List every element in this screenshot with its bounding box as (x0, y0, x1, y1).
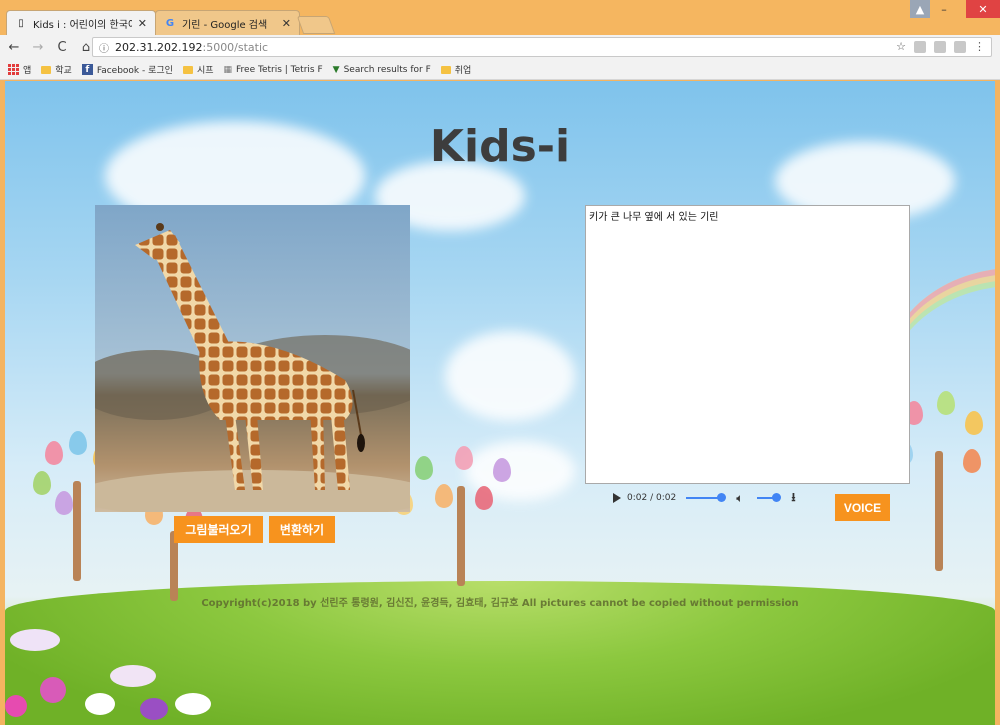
browser-toolbar: ← → C ⌂ ⓘ 202.31.202.192 :5000/static ☆ … (0, 35, 1000, 60)
flower-decoration (40, 677, 66, 703)
forward-icon[interactable]: → (28, 38, 48, 58)
bookmark-school[interactable]: 학교 (41, 63, 72, 76)
bookmark-facebook[interactable]: f Facebook - 로그인 (81, 63, 173, 76)
url-host: 202.31.202.192 (115, 40, 203, 54)
flower-decoration (140, 698, 168, 720)
audio-player: 0:02 / 0:02 🔈︎ ⭳ (613, 486, 833, 510)
bookmarks-bar: 앱 학교 f Facebook - 로그인 시프 ▦ Free Tetris |… (0, 60, 1000, 80)
bookmark-tetris[interactable]: ▦ Free Tetris | Tetris F (224, 65, 323, 75)
bookmark-label: 학교 (55, 66, 72, 76)
page-title: Kids-i (429, 121, 571, 172)
user-icon[interactable]: ▲ (910, 0, 930, 18)
page-viewport: Kids-i 그림불러오기 변환하기 키가 큰 나무 옆에 서 있는 기린 0:… (5, 81, 995, 725)
cloud-decoration (445, 331, 575, 421)
convert-button[interactable]: 변환하기 (269, 516, 335, 543)
folder-icon (440, 65, 451, 74)
back-icon[interactable]: ← (4, 38, 24, 58)
reload-icon[interactable]: C (52, 38, 72, 58)
close-window-icon[interactable]: ✕ (966, 0, 1000, 18)
copyright-text: Copyright(c)2018 by 선린주 통령원, 김신진, 윤경득, 김… (201, 598, 799, 609)
bookmark-label: 앱 (23, 66, 32, 76)
bookmark-label: Free Tetris | Tetris F (236, 64, 323, 75)
extension-icon[interactable] (934, 40, 946, 53)
caption-textarea[interactable]: 키가 큰 나무 옆에 서 있는 기린 (585, 205, 910, 484)
info-icon: ⓘ (99, 43, 109, 55)
search-results-icon: ▼ (332, 64, 340, 75)
folder-icon (41, 65, 52, 74)
play-icon[interactable] (613, 493, 621, 503)
minimize-icon[interactable]: – (935, 0, 953, 18)
page-icon: ▯ (18, 17, 24, 29)
toolbar-actions: ☆ ⋮ (896, 40, 985, 53)
tab-google-search[interactable]: G 기린 - Google 검색 ✕ (155, 10, 300, 35)
bookmark-label: 취업 (454, 66, 472, 76)
bookmark-label: 시프 (196, 66, 214, 76)
folder-icon (182, 65, 193, 74)
bookmark-jobs[interactable]: 취업 (440, 63, 472, 76)
volume-slider[interactable] (757, 493, 782, 502)
tab-title: 기린 - Google 검색 (182, 19, 268, 31)
audio-time: 0:02 / 0:02 (627, 493, 677, 503)
load-image-button[interactable]: 그림불러오기 (174, 516, 263, 543)
giraffe-image (95, 205, 410, 512)
extension-icon[interactable] (914, 40, 926, 53)
apps-icon (8, 64, 19, 75)
address-bar[interactable]: ⓘ 202.31.202.192 :5000/static ☆ ⋮ (92, 37, 992, 57)
url-path: :5000/static (202, 40, 269, 54)
bookmark-sip[interactable]: 시프 (182, 63, 214, 76)
volume-icon[interactable]: 🔈︎ (736, 491, 743, 506)
extension-icon[interactable] (954, 40, 966, 53)
browser-tabstrip: ▯ Kids i : 어린이의 한국어 ✕ G 기린 - Google 검색 ✕… (0, 0, 1000, 35)
bookmark-search-results[interactable]: ▼ Search results for F (333, 65, 431, 75)
flower-decoration (175, 693, 211, 715)
flower-decoration (110, 665, 156, 687)
close-icon[interactable]: ✕ (138, 17, 147, 30)
tab-title: Kids i : 어린이의 한국어 (33, 19, 132, 31)
new-tab-button[interactable] (296, 16, 336, 34)
bookmark-label: Search results for F (343, 64, 431, 75)
bookmark-apps[interactable]: 앱 (8, 63, 31, 76)
close-icon[interactable]: ✕ (282, 17, 291, 30)
flower-decoration (10, 629, 60, 651)
tab-kids-i[interactable]: ▯ Kids i : 어린이의 한국어 ✕ (6, 10, 156, 35)
flower-decoration (85, 693, 115, 715)
flower-decoration (5, 695, 27, 717)
seek-slider[interactable] (686, 493, 727, 502)
facebook-icon: f (81, 64, 93, 75)
bookmark-label: Facebook - 로그인 (96, 66, 173, 76)
voice-button[interactable]: VOICE (835, 494, 890, 521)
tetris-icon: ▦ (223, 64, 233, 75)
star-icon[interactable]: ☆ (896, 40, 906, 53)
menu-icon[interactable]: ⋮ (974, 40, 985, 53)
download-icon[interactable]: ⭳ (791, 488, 795, 509)
google-icon: G (165, 17, 175, 29)
